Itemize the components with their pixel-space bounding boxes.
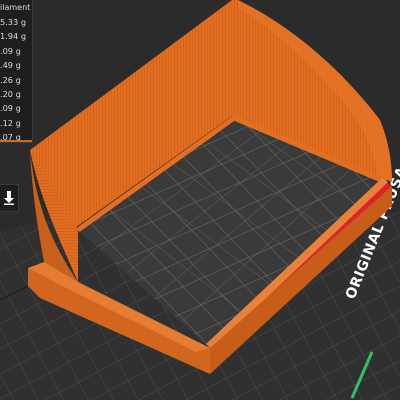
download-arrow-icon <box>4 191 14 205</box>
download-button[interactable] <box>0 184 19 212</box>
filament-row: 5.33 g <box>0 17 27 27</box>
filament-row: .09 g <box>0 103 21 114</box>
filament-row: .09 g <box>0 45 21 56</box>
filament-row: .26 g <box>0 74 21 85</box>
filament-row: 1.94 g <box>0 31 27 42</box>
panel-separator <box>0 140 32 142</box>
filament-row: .20 g <box>0 88 21 99</box>
3d-viewport[interactable]: ORIGINAL PRUSA <box>0 0 400 400</box>
slicer-3d-view[interactable]: ORIGINAL PRUSA <box>0 0 400 400</box>
filament-row: .49 g <box>0 60 21 71</box>
filament-usage-panel: ilament 5.33 g 1.94 g .09 g .49 g .26 g … <box>0 0 33 143</box>
filament-row: .12 g <box>0 117 21 128</box>
filament-panel-header: ilament <box>0 3 31 12</box>
